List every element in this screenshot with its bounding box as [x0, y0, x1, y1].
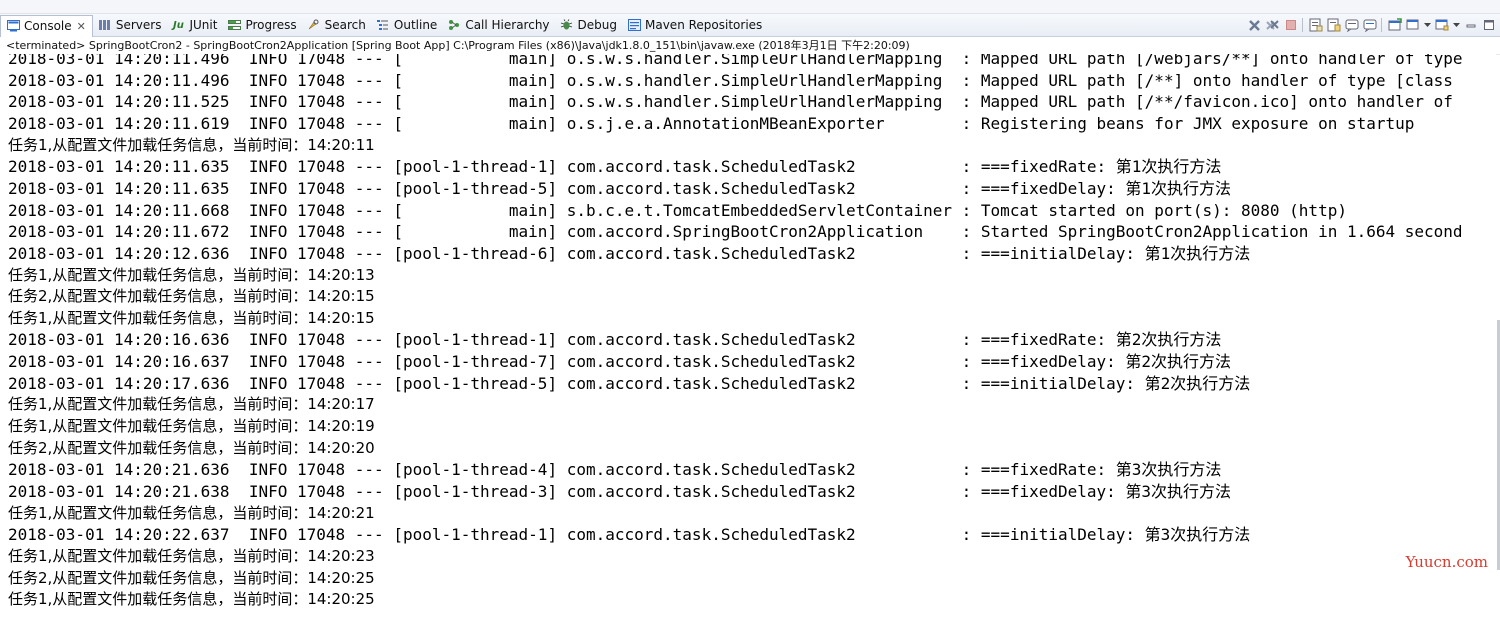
remove-all-terminated-icon[interactable] — [1265, 18, 1280, 33]
pin-console-icon[interactable] — [1387, 18, 1402, 33]
scroll-lock-icon[interactable] — [1326, 18, 1341, 33]
log-line: 2018-03-01 14:20:11.619 INFO 17048 --- [… — [8, 113, 1415, 133]
task-log-line: 任务2,从配置文件加载任务信息，当前时间：14:20:25 — [8, 568, 375, 587]
tab-label: Console — [24, 19, 72, 33]
call-hierarchy-icon — [447, 18, 461, 32]
view-tab-bar: Console ✕ Servers Ju JUnit Progress Sear… — [0, 14, 1500, 37]
progress-icon — [227, 18, 241, 32]
remove-launch-icon[interactable] — [1247, 18, 1262, 33]
tab-label: Debug — [577, 18, 617, 32]
log-line: 2018-03-01 14:20:11.635 INFO 17048 --- [… — [8, 178, 1232, 198]
clear-console-icon[interactable] — [1308, 18, 1323, 33]
task-log-line: 任务1,从配置文件加载任务信息，当前时间：14:20:19 — [8, 417, 375, 436]
task-log-line: 任务2,从配置文件加载任务信息，当前时间：14:20:20 — [8, 438, 375, 457]
maven-repositories-icon — [627, 18, 641, 32]
console-toolbar — [1247, 14, 1496, 36]
tab-label: Outline — [393, 18, 438, 32]
log-line: 2018-03-01 14:20:21.636 INFO 17048 --- [… — [8, 460, 1222, 480]
task-log-line: 任务1,从配置文件加载任务信息，当前时间：14:20:15 — [8, 308, 375, 327]
display-selected-console-icon[interactable] — [1405, 18, 1420, 33]
log-line: 2018-03-01 14:20:16.637 INFO 17048 --- [… — [8, 352, 1232, 372]
outline-icon — [376, 18, 390, 32]
junit-icon: Ju — [173, 19, 184, 31]
log-line: 2018-03-01 14:20:12.636 INFO 17048 --- [… — [8, 243, 1251, 263]
console-icon — [6, 19, 20, 33]
task-log-line: 任务1,从配置文件加载任务信息，当前时间：14:20:17 — [8, 395, 375, 414]
tab-search[interactable]: Search — [302, 14, 371, 36]
tab-label: JUnit — [189, 18, 218, 32]
debug-icon — [560, 18, 574, 32]
tab-maven-repositories[interactable]: Maven Repositories — [622, 14, 767, 36]
open-console-icon[interactable] — [1434, 18, 1449, 33]
tab-label: Progress — [245, 18, 297, 32]
task-log-line: 任务1,从配置文件加载任务信息，当前时间：14:20:23 — [8, 546, 375, 565]
dropdown-arrow-icon[interactable] — [1452, 18, 1460, 33]
task-log-line: 任务1,从配置文件加载任务信息，当前时间：14:20:13 — [8, 265, 375, 284]
tab-label: Search — [324, 18, 366, 32]
log-line: 2018-03-01 14:20:11.672 INFO 17048 --- [… — [8, 222, 1463, 242]
word-wrap-icon[interactable] — [1344, 18, 1359, 33]
minimize-icon[interactable] — [1463, 18, 1478, 33]
tab-servers[interactable]: Servers — [93, 14, 167, 36]
log-line: 2018-03-01 14:20:11.496 INFO 17048 --- [… — [8, 54, 1463, 68]
tab-console[interactable]: Console ✕ — [0, 14, 93, 37]
log-line: 2018-03-01 14:20:11.525 INFO 17048 --- [… — [8, 92, 1453, 112]
tab-label: Maven Repositories — [645, 18, 763, 32]
window-top-edge — [0, 0, 1500, 14]
close-icon[interactable]: ✕ — [77, 20, 86, 33]
dropdown-arrow-icon[interactable] — [1423, 18, 1431, 33]
log-line: 2018-03-01 14:20:11.668 INFO 17048 --- [… — [8, 200, 1347, 220]
log-line: 2018-03-01 14:20:22.637 INFO 17048 --- [… — [8, 525, 1251, 545]
show-console-on-output-icon[interactable] — [1362, 18, 1377, 33]
separator — [1380, 18, 1384, 33]
servers-icon — [98, 18, 112, 32]
watermark: Yuucn.com — [1405, 553, 1488, 571]
log-line: 2018-03-01 14:20:16.636 INFO 17048 --- [… — [8, 330, 1222, 350]
tab-junit[interactable]: Ju JUnit — [166, 14, 222, 36]
search-icon — [307, 18, 321, 32]
tab-progress[interactable]: Progress — [222, 14, 301, 36]
task-log-line: 任务1,从配置文件加载任务信息，当前时间：14:20:11 — [8, 135, 375, 154]
maximize-icon[interactable] — [1481, 18, 1496, 33]
tab-outline[interactable]: Outline — [371, 14, 442, 36]
tab-label: Servers — [115, 18, 162, 32]
log-line: 2018-03-01 14:20:11.635 INFO 17048 --- [… — [8, 157, 1222, 177]
tab-debug[interactable]: Debug — [555, 14, 622, 36]
console-output[interactable]: 2018-03-01 14:20:11.496 INFO 17048 --- [… — [0, 54, 1496, 617]
separator — [1301, 18, 1305, 33]
task-log-line: 任务1,从配置文件加载任务信息，当前时间：14:20:25 — [8, 590, 375, 609]
log-line: 2018-03-01 14:20:11.496 INFO 17048 --- [… — [8, 70, 1453, 90]
tab-label: Call Hierarchy — [465, 18, 550, 32]
log-line: 2018-03-01 14:20:21.638 INFO 17048 --- [… — [8, 482, 1232, 501]
task-log-line: 任务1,从配置文件加载任务信息，当前时间：14:20:21 — [8, 503, 375, 522]
log-line: 2018-03-01 14:20:17.636 INFO 17048 --- [… — [8, 373, 1251, 393]
launch-status-line: <terminated> SpringBootCron2 - SpringBoo… — [0, 37, 1500, 55]
tab-call-hierarchy[interactable]: Call Hierarchy — [442, 14, 554, 36]
terminate-icon[interactable] — [1283, 18, 1298, 33]
task-log-line: 任务2,从配置文件加载任务信息，当前时间：14:20:15 — [8, 287, 375, 306]
